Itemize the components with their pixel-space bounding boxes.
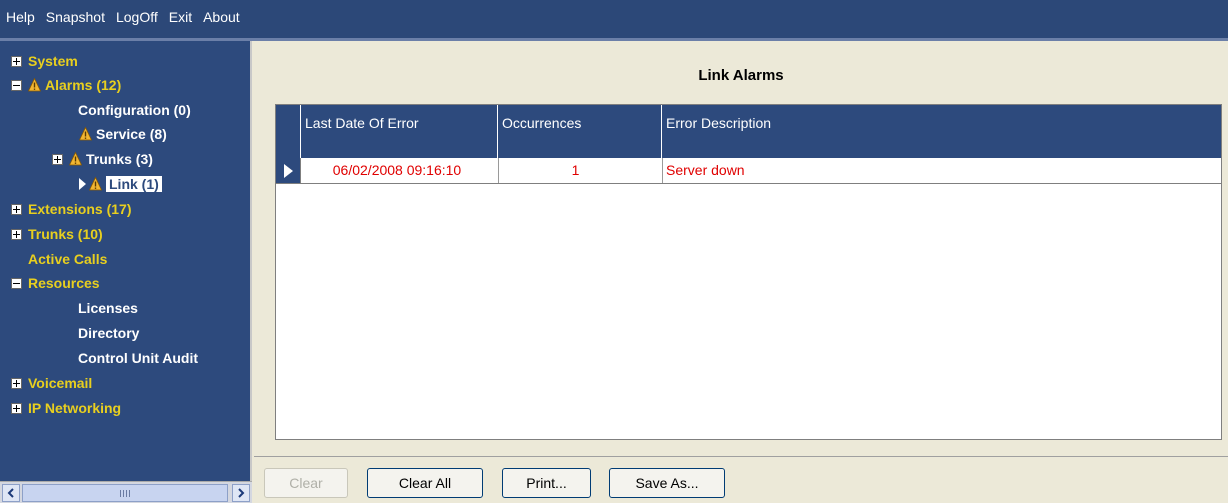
collapse-icon[interactable] [11, 277, 22, 289]
tree-item-label: Alarms (12) [45, 77, 122, 93]
tree-item-resources[interactable]: Resources [11, 271, 100, 295]
warning-icon [28, 78, 41, 92]
tree-item-label: Extensions (17) [28, 201, 132, 217]
tree-item-label: Active Calls [28, 251, 108, 267]
tree-item-voicemail[interactable]: Voicemail [11, 371, 92, 395]
scroll-left-button[interactable] [2, 484, 20, 502]
chevron-left-icon [7, 488, 14, 498]
tree-item-label: Trunks (3) [86, 151, 153, 167]
tree-item-configuration[interactable]: Configuration (0) [78, 98, 191, 122]
expand-icon[interactable] [11, 228, 22, 240]
expand-icon[interactable] [11, 402, 22, 414]
tree-item-licenses[interactable]: Licenses [78, 296, 138, 320]
tree-item-label: Trunks (10) [28, 226, 103, 242]
menu-bar: Help Snapshot LogOff Exit About [0, 0, 1228, 38]
tree-horizontal-scrollbar[interactable] [0, 481, 252, 503]
current-node-arrow-icon [79, 178, 86, 190]
tree-item-label: Licenses [78, 300, 138, 316]
cell-occurrences[interactable]: 1 [499, 158, 663, 183]
menu-exit[interactable]: Exit [169, 9, 192, 25]
tree-item-label: Link (1) [106, 176, 162, 192]
row-selector[interactable] [276, 158, 301, 183]
tree-item-system[interactable]: System [11, 49, 78, 73]
chevron-right-icon [238, 488, 245, 498]
cell-last-date[interactable]: 06/02/2008 09:16:10 [302, 158, 499, 183]
cell-error-description[interactable]: Server down [663, 158, 1221, 183]
current-row-arrow-icon [283, 163, 293, 178]
tree-item-alarms[interactable]: Alarms (12) [11, 73, 121, 97]
menu-snapshot[interactable]: Snapshot [46, 9, 105, 25]
table-row[interactable]: 06/02/2008 09:16:10 1 Server down [276, 158, 1221, 184]
tree-item-active-calls[interactable]: Active Calls [28, 247, 107, 271]
tree-item-alarm-trunks[interactable]: Trunks (3) [52, 147, 153, 171]
scroll-thumb[interactable] [22, 484, 228, 502]
tree-item-label: Directory [78, 325, 140, 341]
table-header: Last Date Of Error Occurrences Error Des… [276, 105, 1221, 158]
menu-about[interactable]: About [203, 9, 240, 25]
menu-help[interactable]: Help [6, 9, 35, 25]
tree-item-label: System [28, 53, 78, 69]
save-as-button[interactable]: Save As... [609, 468, 725, 498]
tree-item-label: IP Networking [28, 400, 122, 416]
tree-item-label: Configuration (0) [78, 102, 191, 118]
warning-icon [89, 177, 102, 191]
clear-all-button[interactable]: Clear All [367, 468, 483, 498]
expand-icon[interactable] [11, 377, 22, 389]
clear-button[interactable]: Clear [264, 468, 348, 498]
tree-item-label: Service (8) [96, 126, 167, 142]
page-title: Link Alarms [698, 67, 784, 84]
column-header-occurrences[interactable]: Occurrences [499, 105, 662, 158]
tree-item-service[interactable]: Service (8) [79, 122, 167, 146]
main-panel: Link Alarms Last Date Of Error Occurrenc… [254, 41, 1228, 503]
warning-icon [69, 152, 82, 166]
collapse-icon[interactable] [11, 79, 22, 91]
tree-item-link[interactable]: Link (1) [79, 172, 162, 196]
tree-item-ip-networking[interactable]: IP Networking [11, 396, 121, 420]
alarms-table: Last Date Of Error Occurrences Error Des… [275, 104, 1222, 440]
row-selector-header [276, 105, 301, 158]
tree-item-control-unit-audit[interactable]: Control Unit Audit [78, 346, 198, 370]
tree-item-extensions[interactable]: Extensions (17) [11, 197, 131, 221]
scroll-right-button[interactable] [232, 484, 250, 502]
expand-icon[interactable] [52, 153, 63, 165]
warning-icon [79, 127, 92, 141]
navigation-tree: System Alarms (12) Configuration (0) Ser… [0, 41, 252, 481]
expand-icon[interactable] [11, 55, 22, 67]
print-button[interactable]: Print... [502, 468, 591, 498]
menu-logoff[interactable]: LogOff [116, 9, 158, 25]
tree-item-label: Control Unit Audit [78, 350, 199, 366]
column-header-error-description[interactable]: Error Description [663, 105, 1221, 158]
expand-icon[interactable] [11, 203, 22, 215]
tree-item-label: Resources [28, 275, 100, 291]
tree-item-directory[interactable]: Directory [78, 321, 139, 345]
tree-item-trunks[interactable]: Trunks (10) [11, 222, 103, 246]
footer-divider [254, 456, 1228, 457]
tree-item-label: Voicemail [28, 375, 93, 391]
column-header-last-date[interactable]: Last Date Of Error [302, 105, 498, 158]
